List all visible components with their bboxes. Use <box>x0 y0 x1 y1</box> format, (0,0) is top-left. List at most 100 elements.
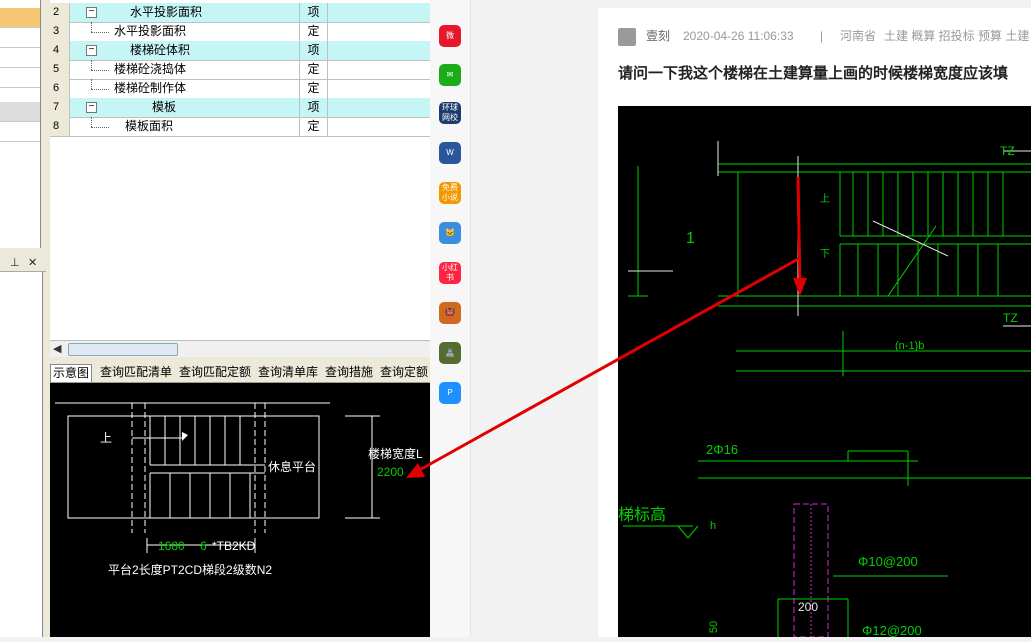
row-extra-cell[interactable] <box>328 98 430 117</box>
left-lower-panel <box>0 272 43 637</box>
cad-drawing-image[interactable]: TZ TZ 上 下 1 (n-1)b 2Φ16 梯标高 Φ10@200 200 … <box>618 106 1031 638</box>
row-name-cell[interactable]: − 模板 <box>70 98 300 117</box>
row-name-cell[interactable]: − 楼梯砼体积 <box>70 41 300 60</box>
game-icon-1[interactable]: 🐱 <box>439 222 461 244</box>
tree-line <box>91 89 109 90</box>
collapse-toggle-icon[interactable]: − <box>86 45 97 56</box>
avatar[interactable] <box>618 28 636 46</box>
diagram-width-value[interactable]: 2200 <box>377 465 404 479</box>
browser-sidebar: 微 ✉ 环球 网校 W 免费 小说 🐱 小红书 👹 🏯 P <box>430 0 471 637</box>
xiaohongshu-icon[interactable]: 小红书 <box>439 262 461 284</box>
tab-query-match-list[interactable]: 查询匹配清单 <box>100 364 172 381</box>
cad-label-down: 下 <box>820 249 830 260</box>
game-icon-3[interactable]: 🏯 <box>439 342 461 364</box>
row-unit-cell[interactable]: 定 <box>300 117 328 136</box>
close-icon[interactable]: ✕ <box>28 256 37 269</box>
list-item-selected[interactable] <box>0 8 40 28</box>
row-extra-cell[interactable] <box>328 117 430 136</box>
free-novel-icon[interactable]: 免费 小说 <box>439 182 461 204</box>
pin-icon[interactable]: ⊥ <box>10 256 20 269</box>
word-doc-icon[interactable]: W <box>439 142 461 164</box>
row-name-text: 楼梯砼体积 <box>130 43 191 57</box>
diagram-dim-1[interactable]: 1680 <box>158 539 185 553</box>
row-name-cell[interactable]: 模板面积 <box>70 117 300 136</box>
tab-query-measures[interactable]: 查询措施 <box>325 364 373 381</box>
row-extra-cell[interactable] <box>328 60 430 79</box>
post-date: 2020-04-26 11:06:33 <box>683 29 794 43</box>
tree-line <box>91 32 109 33</box>
tab-query-list-library[interactable]: 查询清单库 <box>258 364 318 381</box>
diagram-dim-2[interactable]: 6 <box>200 539 207 553</box>
list-item[interactable] <box>0 102 40 122</box>
row-number: 3 <box>50 22 70 41</box>
table-row[interactable]: 5 楼梯砼浇捣体 定 <box>50 60 430 80</box>
table-row[interactable]: 6 楼梯砼制作体 定 <box>50 79 430 99</box>
collapse-toggle-icon[interactable]: − <box>86 7 97 18</box>
cad-label-span: (n-1)b <box>895 340 925 352</box>
diagram-width-label[interactable]: 楼梯宽度L <box>368 445 423 462</box>
list-item[interactable] <box>0 68 40 88</box>
row-unit-cell[interactable]: 定 <box>300 22 328 41</box>
left-tree-panel <box>0 0 41 248</box>
cad-label-rebar-2: Φ10@200 <box>858 554 918 569</box>
post-tags[interactable]: 土建 概算 招投标 预算 土建 <box>884 28 1029 44</box>
stair-diagram-svg <box>55 402 380 553</box>
tree-line <box>91 127 109 128</box>
diagram-bottom-label: 平台2长度PT2CD梯段2级数N2 <box>108 563 273 577</box>
row-unit-cell[interactable]: 项 <box>300 98 328 117</box>
cad-label-tz-top: TZ <box>1000 144 1015 158</box>
author-name[interactable]: 壹刻 <box>646 28 670 44</box>
tab-query-match-quota[interactable]: 查询匹配定额 <box>179 364 251 381</box>
table-row[interactable]: 4 − 楼梯砼体积 项 <box>50 41 430 61</box>
tree-line <box>91 117 92 127</box>
tab-query-quota[interactable]: 查询定额 <box>380 364 428 381</box>
list-item[interactable] <box>0 28 40 48</box>
tab-diagram[interactable]: 示意图 <box>50 364 93 382</box>
row-unit-cell[interactable]: 定 <box>300 79 328 98</box>
row-unit-cell[interactable]: 项 <box>300 3 328 22</box>
table-row[interactable]: 2 − 水平投影面积 项 <box>50 3 430 23</box>
tree-line <box>91 22 92 32</box>
game-icon-2[interactable]: 👹 <box>439 302 461 324</box>
cad-label-rebar-1: 2Φ16 <box>706 442 739 457</box>
diagram-up-label: 上 <box>100 431 113 445</box>
row-extra-cell[interactable] <box>328 41 430 60</box>
scrollbar-thumb[interactable] <box>68 343 178 356</box>
row-name-cell[interactable]: 楼梯砼制作体 <box>70 79 300 98</box>
list-item[interactable] <box>0 122 40 142</box>
huanqiu-icon[interactable]: 环球 网校 <box>439 102 461 124</box>
cad-drawing-svg <box>623 141 1031 638</box>
horizontal-scrollbar[interactable]: ◀ <box>50 340 430 357</box>
question-title: 请问一下我这个楼梯在土建算量上画的时候楼梯宽度应该填 <box>618 65 1009 82</box>
mail-icon[interactable]: ✉ <box>439 64 461 86</box>
p-app-icon[interactable]: P <box>439 382 461 404</box>
row-extra-cell[interactable] <box>328 3 430 22</box>
row-name-text: 水平投影面积 <box>114 24 187 38</box>
weibo-icon[interactable]: 微 <box>439 25 461 47</box>
row-name-cell[interactable]: − 水平投影面积 <box>70 3 300 22</box>
list-item[interactable] <box>0 48 40 68</box>
scroll-left-icon[interactable]: ◀ <box>53 342 61 355</box>
cad-label-200: 200 <box>798 600 819 614</box>
diagram-dim-3: *TB2KD <box>212 539 256 553</box>
panel-caption-bar: ⊥ ✕ <box>0 255 46 272</box>
table-row[interactable]: 3 水平投影面积 定 <box>50 22 430 42</box>
stair-diagram: 上 休息平台 楼梯宽度L 2200 1680 6 *TB2KD 平台2长度PT2… <box>50 383 430 637</box>
cad-label-rebar-3: Φ12@200 <box>862 623 922 638</box>
quota-grid: 2− 水平投影面积项 3 水平投影面积定 4− 楼梯砼体积项 5 楼梯砼浇捣体定 6 楼梯砼制作体… <box>50 0 430 340</box>
row-name-cell[interactable]: 楼梯砼浇捣体 <box>70 60 300 79</box>
row-unit-cell[interactable]: 定 <box>300 60 328 79</box>
row-extra-cell[interactable] <box>328 79 430 98</box>
row-name-cell[interactable]: 水平投影面积 <box>70 22 300 41</box>
row-number: 5 <box>50 60 70 79</box>
table-row[interactable]: 8 模板面积 定 <box>50 117 430 137</box>
row-number: 6 <box>50 79 70 98</box>
collapse-toggle-icon[interactable]: − <box>86 102 97 113</box>
row-unit-cell[interactable]: 项 <box>300 41 328 60</box>
row-number: 7 <box>50 98 70 117</box>
software-window: ⊥ ✕ 2− 水平投影面积项 3 水平投影面积定 4− 楼梯砼体积项 5 楼梯砼浇捣体定 6 楼梯… <box>0 0 430 637</box>
row-number: 2 <box>50 3 70 22</box>
row-extra-cell[interactable] <box>328 22 430 41</box>
table-row[interactable]: 7 − 模板 项 <box>50 98 430 118</box>
post-location: 河南省 <box>840 29 877 43</box>
